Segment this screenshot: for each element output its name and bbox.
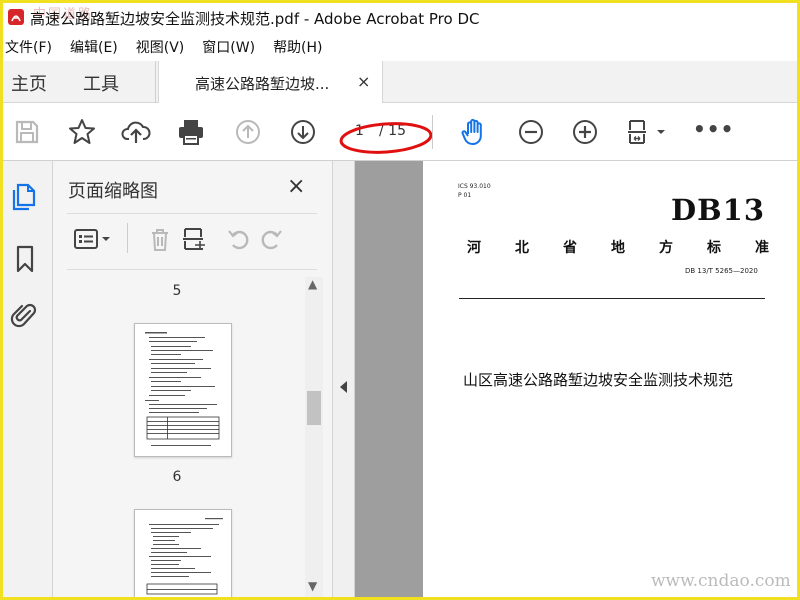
toolbar-divider xyxy=(127,223,128,253)
standard-number: DB 13/T 5265—2020 xyxy=(685,267,758,275)
standard-brand: DB13 xyxy=(671,193,766,227)
thumbnail-options-icon[interactable] xyxy=(73,225,113,253)
attachment-icon[interactable] xyxy=(10,299,40,331)
acrobat-logo-icon xyxy=(8,9,24,25)
toolbar-divider xyxy=(432,115,433,149)
tab-home[interactable]: 主页 xyxy=(11,70,47,96)
standard-type-title: 河 北 省 地 方 标 准 xyxy=(467,237,769,257)
scroll-down-icon[interactable]: ▼ xyxy=(308,579,317,593)
standard-title-char: 北 xyxy=(515,240,529,256)
zoom-out-icon[interactable] xyxy=(516,117,546,147)
insert-page-icon[interactable] xyxy=(181,225,209,253)
thumbnail-panel: 页面缩略图 × 5 6 ▲ ▼ xyxy=(53,161,333,597)
thumbnail-content xyxy=(145,332,220,446)
thumbnail-page[interactable] xyxy=(134,509,232,597)
tab-bar: 主页 工具 高速公路路堑边坡... × xyxy=(3,61,797,104)
watermark-text: www.cndao.com xyxy=(651,571,791,591)
collapse-arrow-icon[interactable] xyxy=(340,381,347,393)
scrollbar-thumb[interactable] xyxy=(307,391,321,425)
horizontal-rule xyxy=(459,298,765,299)
thumbnail-page-number: 6 xyxy=(172,469,182,485)
standard-title-char: 标 xyxy=(707,240,721,256)
standard-title-char: 河 xyxy=(467,240,481,256)
panel-collapse-handle[interactable] xyxy=(333,161,355,597)
thumbnail-list: 5 6 xyxy=(67,277,323,597)
pdf-page: ICS 93.010 P 01 DB13 河 北 省 地 方 标 准 DB 13… xyxy=(423,161,797,597)
menu-window[interactable]: 窗口(W) xyxy=(202,37,255,57)
hand-icon[interactable] xyxy=(459,117,489,147)
panel-title: 页面缩略图 xyxy=(68,181,158,202)
pages-icon[interactable] xyxy=(10,181,40,213)
document-heading: 山区高速公路路堑边坡安全监测技术规范 xyxy=(463,371,734,389)
scroll-up-icon[interactable]: ▲ xyxy=(308,277,317,291)
thumbnail-page-number: 5 xyxy=(172,283,182,299)
more-options-icon[interactable]: ••• xyxy=(693,117,734,141)
thumbnail-content xyxy=(146,518,223,595)
panel-close-button[interactable]: × xyxy=(287,174,305,199)
print-icon[interactable] xyxy=(176,117,206,147)
thumbnail-page[interactable] xyxy=(134,323,232,457)
tab-divider xyxy=(155,61,156,103)
divider xyxy=(67,269,317,270)
standard-title-char: 省 xyxy=(563,240,577,256)
star-icon[interactable] xyxy=(67,117,97,147)
standard-title-char: 准 xyxy=(755,240,769,256)
classification-code: P 01 xyxy=(458,192,472,199)
toolbar: 1 / 15 ••• xyxy=(3,103,797,161)
standard-title-char: 方 xyxy=(659,240,673,256)
tab-tools[interactable]: 工具 xyxy=(83,70,119,96)
divider xyxy=(67,213,317,214)
tab-document[interactable]: 高速公路路堑边坡... × xyxy=(158,61,383,104)
ics-code: ICS 93.010 xyxy=(458,183,491,190)
app-window: 中国道路 高速公路路堑边坡安全监测技术规范.pdf - Adobe Acroba… xyxy=(3,3,797,597)
menu-help[interactable]: 帮助(H) xyxy=(273,37,322,57)
menu-edit[interactable]: 编辑(E) xyxy=(70,37,118,57)
fit-page-icon[interactable] xyxy=(625,117,673,147)
delete-icon[interactable] xyxy=(146,225,174,253)
title-bar: 中国道路 高速公路路堑边坡安全监测技术规范.pdf - Adobe Acroba… xyxy=(3,3,797,33)
annotation-ellipse xyxy=(339,122,433,154)
save-icon[interactable] xyxy=(12,117,42,147)
prev-page-icon[interactable] xyxy=(233,117,263,147)
standard-title-char: 地 xyxy=(611,240,625,256)
zoom-in-icon[interactable] xyxy=(570,117,600,147)
menu-bar: 文件(F) 编辑(E) 视图(V) 窗口(W) 帮助(H) xyxy=(3,35,797,59)
tab-document-label: 高速公路路堑边坡... xyxy=(195,75,330,93)
menu-file[interactable]: 文件(F) xyxy=(5,37,52,57)
tab-close-button[interactable]: × xyxy=(357,72,370,91)
bookmark-icon[interactable] xyxy=(10,243,40,275)
window-title: 高速公路路堑边坡安全监测技术规范.pdf - Adobe Acrobat Pro… xyxy=(30,10,480,28)
thumbnail-toolbar xyxy=(67,223,317,259)
menu-view[interactable]: 视图(V) xyxy=(136,37,185,57)
navigation-rail xyxy=(3,161,53,597)
next-page-icon[interactable] xyxy=(288,117,318,147)
rotate-right-icon[interactable] xyxy=(257,225,285,253)
thumbnail-scrollbar[interactable]: ▲ ▼ xyxy=(305,277,323,597)
rotate-left-icon[interactable] xyxy=(225,225,253,253)
cloud-upload-icon[interactable] xyxy=(121,117,151,147)
